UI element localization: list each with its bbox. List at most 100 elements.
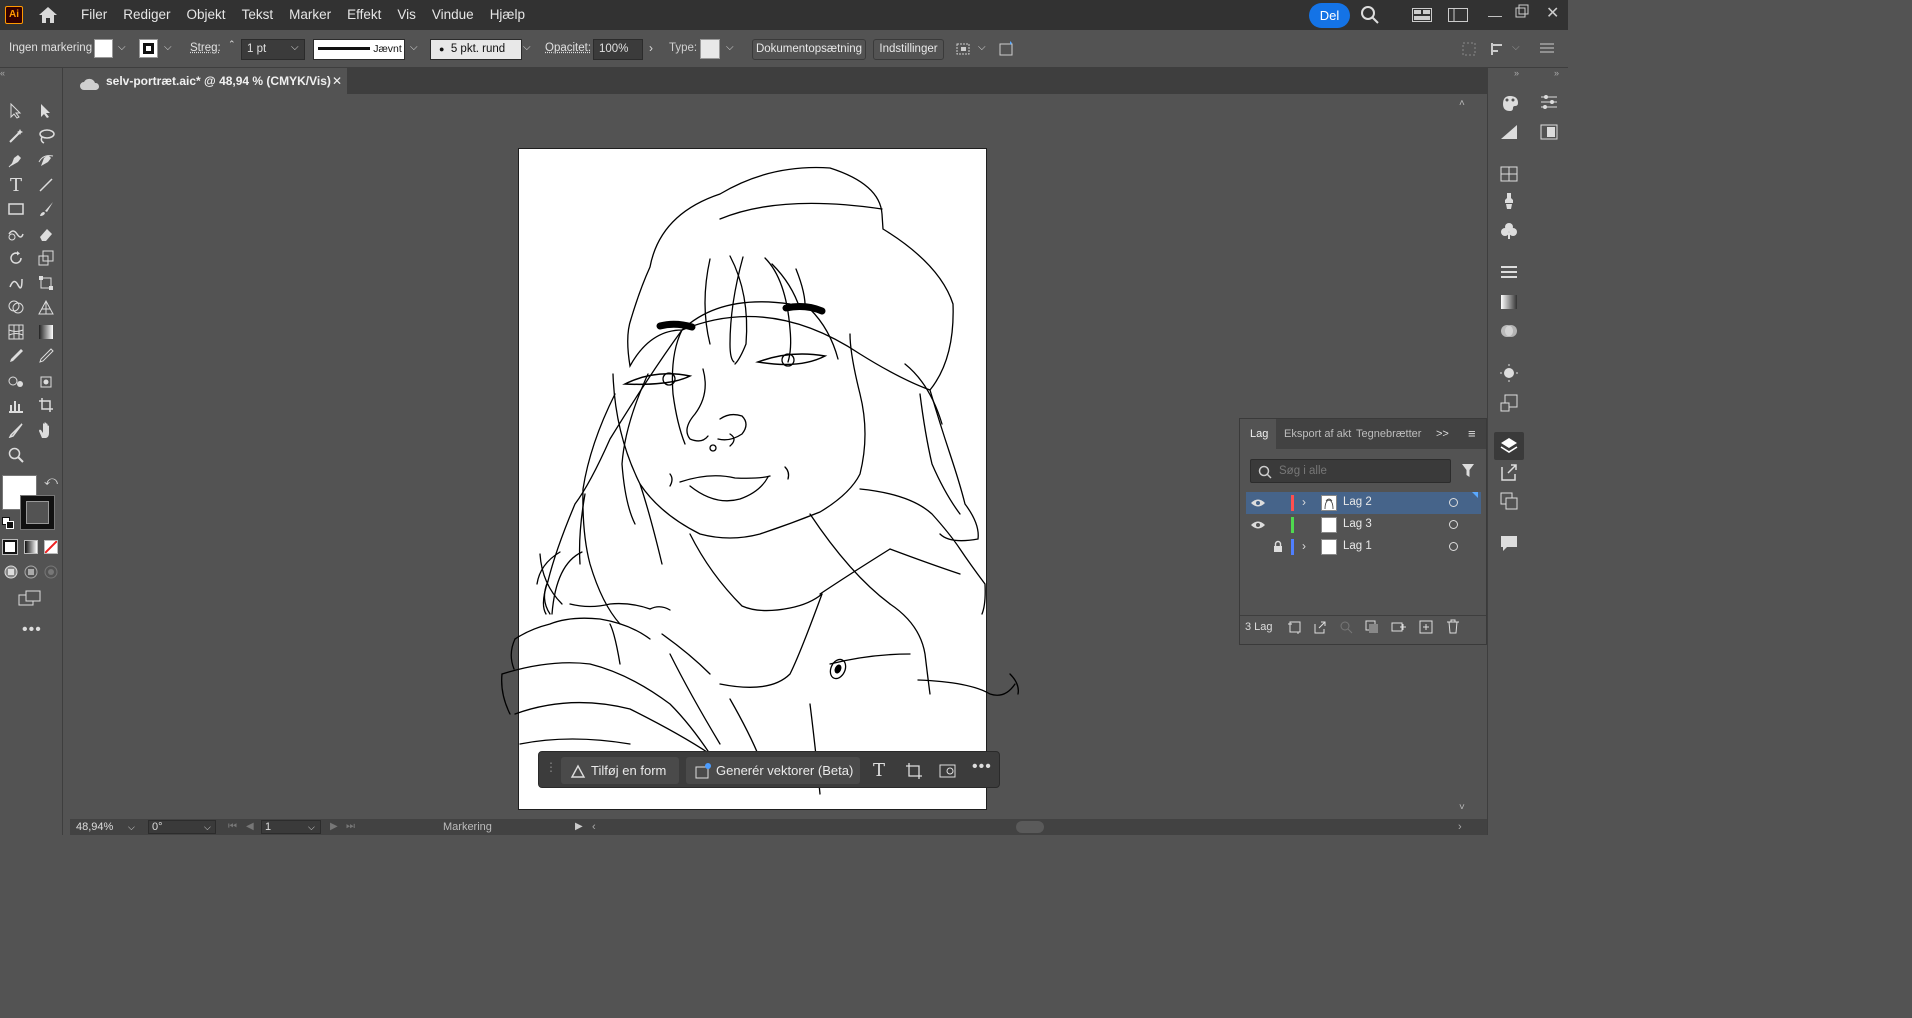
more-options-icon[interactable]: ••• [972,758,992,776]
workspace-switcher-icon[interactable] [1448,8,1468,25]
more-tools-icon[interactable]: ••• [22,621,42,639]
restore-icon[interactable] [1515,4,1529,21]
scroll-down-icon[interactable]: ˅ [1459,802,1465,813]
add-text-icon[interactable]: T [873,760,885,781]
artboard-symbol-icon[interactable] [35,370,57,392]
menu-view[interactable]: Vis [389,0,424,30]
close-tab-icon[interactable]: ✕ [332,68,342,94]
stroke-panel-icon[interactable] [1500,264,1518,283]
lock-icon[interactable] [1273,540,1283,553]
menu-window[interactable]: Vindue [424,0,482,30]
menu-object[interactable]: Objekt [179,0,234,30]
swap-fill-stroke-icon[interactable]: ⤺ [44,473,58,489]
screen-mode-icon[interactable] [18,590,42,609]
slice-tool-icon[interactable] [5,419,27,441]
status-menu-arrow-icon[interactable]: ▶ [575,821,583,832]
menu-type[interactable]: Tekst [234,0,282,30]
target-circle-icon[interactable] [1449,520,1458,529]
type-swatch[interactable] [700,39,720,59]
draw-inside-icon[interactable] [44,565,58,582]
eraser-tool-icon[interactable] [35,223,57,245]
drag-handle-icon[interactable]: ⋮ [545,760,557,774]
gradient-mode-button[interactable] [24,540,38,554]
scale-tool-icon[interactable] [35,247,57,269]
default-fill-stroke-icon[interactable] [2,517,14,532]
menu-help[interactable]: Hjælp [482,0,533,30]
clipping-mask-icon[interactable] [1365,620,1379,634]
next-artboard-icon[interactable]: ▶ [330,821,338,832]
minimize-icon[interactable]: — [1488,7,1502,23]
brush-field[interactable]: ● 5 pkt. rund [430,39,522,60]
asset-export-icon[interactable] [1500,394,1518,415]
menu-select[interactable]: Marker [281,0,339,30]
stroke-profile-field[interactable]: Jævnt [313,39,405,60]
add-shape-button[interactable]: Tilføj en form [561,757,679,784]
target-circle-icon[interactable] [1449,542,1458,551]
none-mode-button[interactable] [44,540,58,554]
document-setup-button[interactable]: Dokumentopsætning [752,39,866,60]
libraries-icon[interactable] [1540,124,1558,143]
align-icon[interactable] [955,41,973,60]
column-graph-tool-icon[interactable] [5,394,27,416]
collapse-toolbar-icon[interactable]: « [0,68,5,78]
brush-dropdown-icon[interactable]: ⌵ [523,42,531,53]
selection-tool-icon[interactable] [5,100,27,122]
fill-swatch[interactable] [94,39,113,58]
expand-arrow-icon[interactable]: › [1302,539,1306,553]
stroke-stepper-icon[interactable]: ⌃ [228,39,236,50]
locate-object-icon[interactable] [1339,620,1353,634]
filter-icon[interactable] [1461,463,1475,482]
generate-vectors-button[interactable]: Generér vektorer (Beta) [686,757,860,784]
curvature-tool-icon[interactable] [35,149,57,171]
measure-tool-icon[interactable] [35,345,57,367]
layer-row-lag-2[interactable]: › Lag 2 [1246,492,1481,514]
appearance-icon[interactable] [1500,364,1518,385]
share-button[interactable]: Del [1309,3,1350,28]
artboard-tool-icon[interactable] [35,394,57,416]
symbols-icon[interactable] [1500,222,1518,243]
image-trace-icon[interactable] [939,762,957,783]
menu-file[interactable]: Filer [73,0,115,30]
tab-asset-export[interactable]: Eksport af akt [1284,428,1351,440]
transparency-icon[interactable] [1500,322,1518,343]
align-dropdown-icon[interactable]: ⌵ [978,42,986,53]
rotation-dropdown-icon[interactable]: ⌵ [204,822,211,833]
crop-icon[interactable] [905,762,923,783]
export-icon[interactable] [1500,463,1518,484]
target-circle-icon[interactable] [1449,498,1458,507]
color-panel-icon[interactable] [1500,94,1520,115]
preferences-button[interactable]: Indstillinger [873,39,944,60]
artboard-dropdown-icon[interactable]: ⌵ [308,822,315,833]
layers-panel-button[interactable] [1494,432,1524,460]
collect-export-icon[interactable] [1288,620,1302,634]
stroke-dropdown-icon[interactable]: ⌵ [164,42,172,53]
lasso-tool-icon[interactable] [35,125,57,147]
horizontal-scroll-thumb[interactable] [1016,821,1044,833]
stroke-swatch[interactable] [139,39,158,58]
scroll-left-icon[interactable]: ‹ [592,821,596,833]
rectangle-tool-icon[interactable] [5,198,27,220]
free-transform-tool-icon[interactable] [35,272,57,294]
opacity-arrow-icon[interactable]: › [649,41,653,55]
direct-selection-tool-icon[interactable] [35,100,57,122]
panel-menu-icon[interactable]: ≡ [1468,426,1476,441]
transform-icon[interactable] [1462,42,1476,59]
color-mode-button[interactable] [2,539,18,555]
visibility-eye-icon[interactable] [1250,520,1266,530]
expand-arrow-icon[interactable]: › [1302,495,1306,509]
home-icon[interactable] [37,4,59,26]
delete-layer-icon[interactable] [1446,619,1460,634]
type-tool-icon[interactable]: T [5,174,27,196]
zoom-dropdown-icon[interactable]: ⌵ [128,822,135,833]
paintbrush-tool-icon[interactable] [35,198,57,220]
hand-tool-icon[interactable] [35,419,57,441]
layer-name[interactable]: Lag 3 [1343,518,1372,530]
collapse-dock-right-icon[interactable]: » [1554,68,1559,78]
export-selection-icon[interactable] [1313,620,1327,634]
perspective-grid-tool-icon[interactable] [35,296,57,318]
color-guide-icon[interactable] [1500,124,1518,143]
stroke-color-box[interactable] [20,495,55,530]
stroke-label[interactable]: Streg: [190,42,221,54]
gradient-panel-icon[interactable] [1500,294,1518,313]
pen-tool-icon[interactable] [5,149,27,171]
